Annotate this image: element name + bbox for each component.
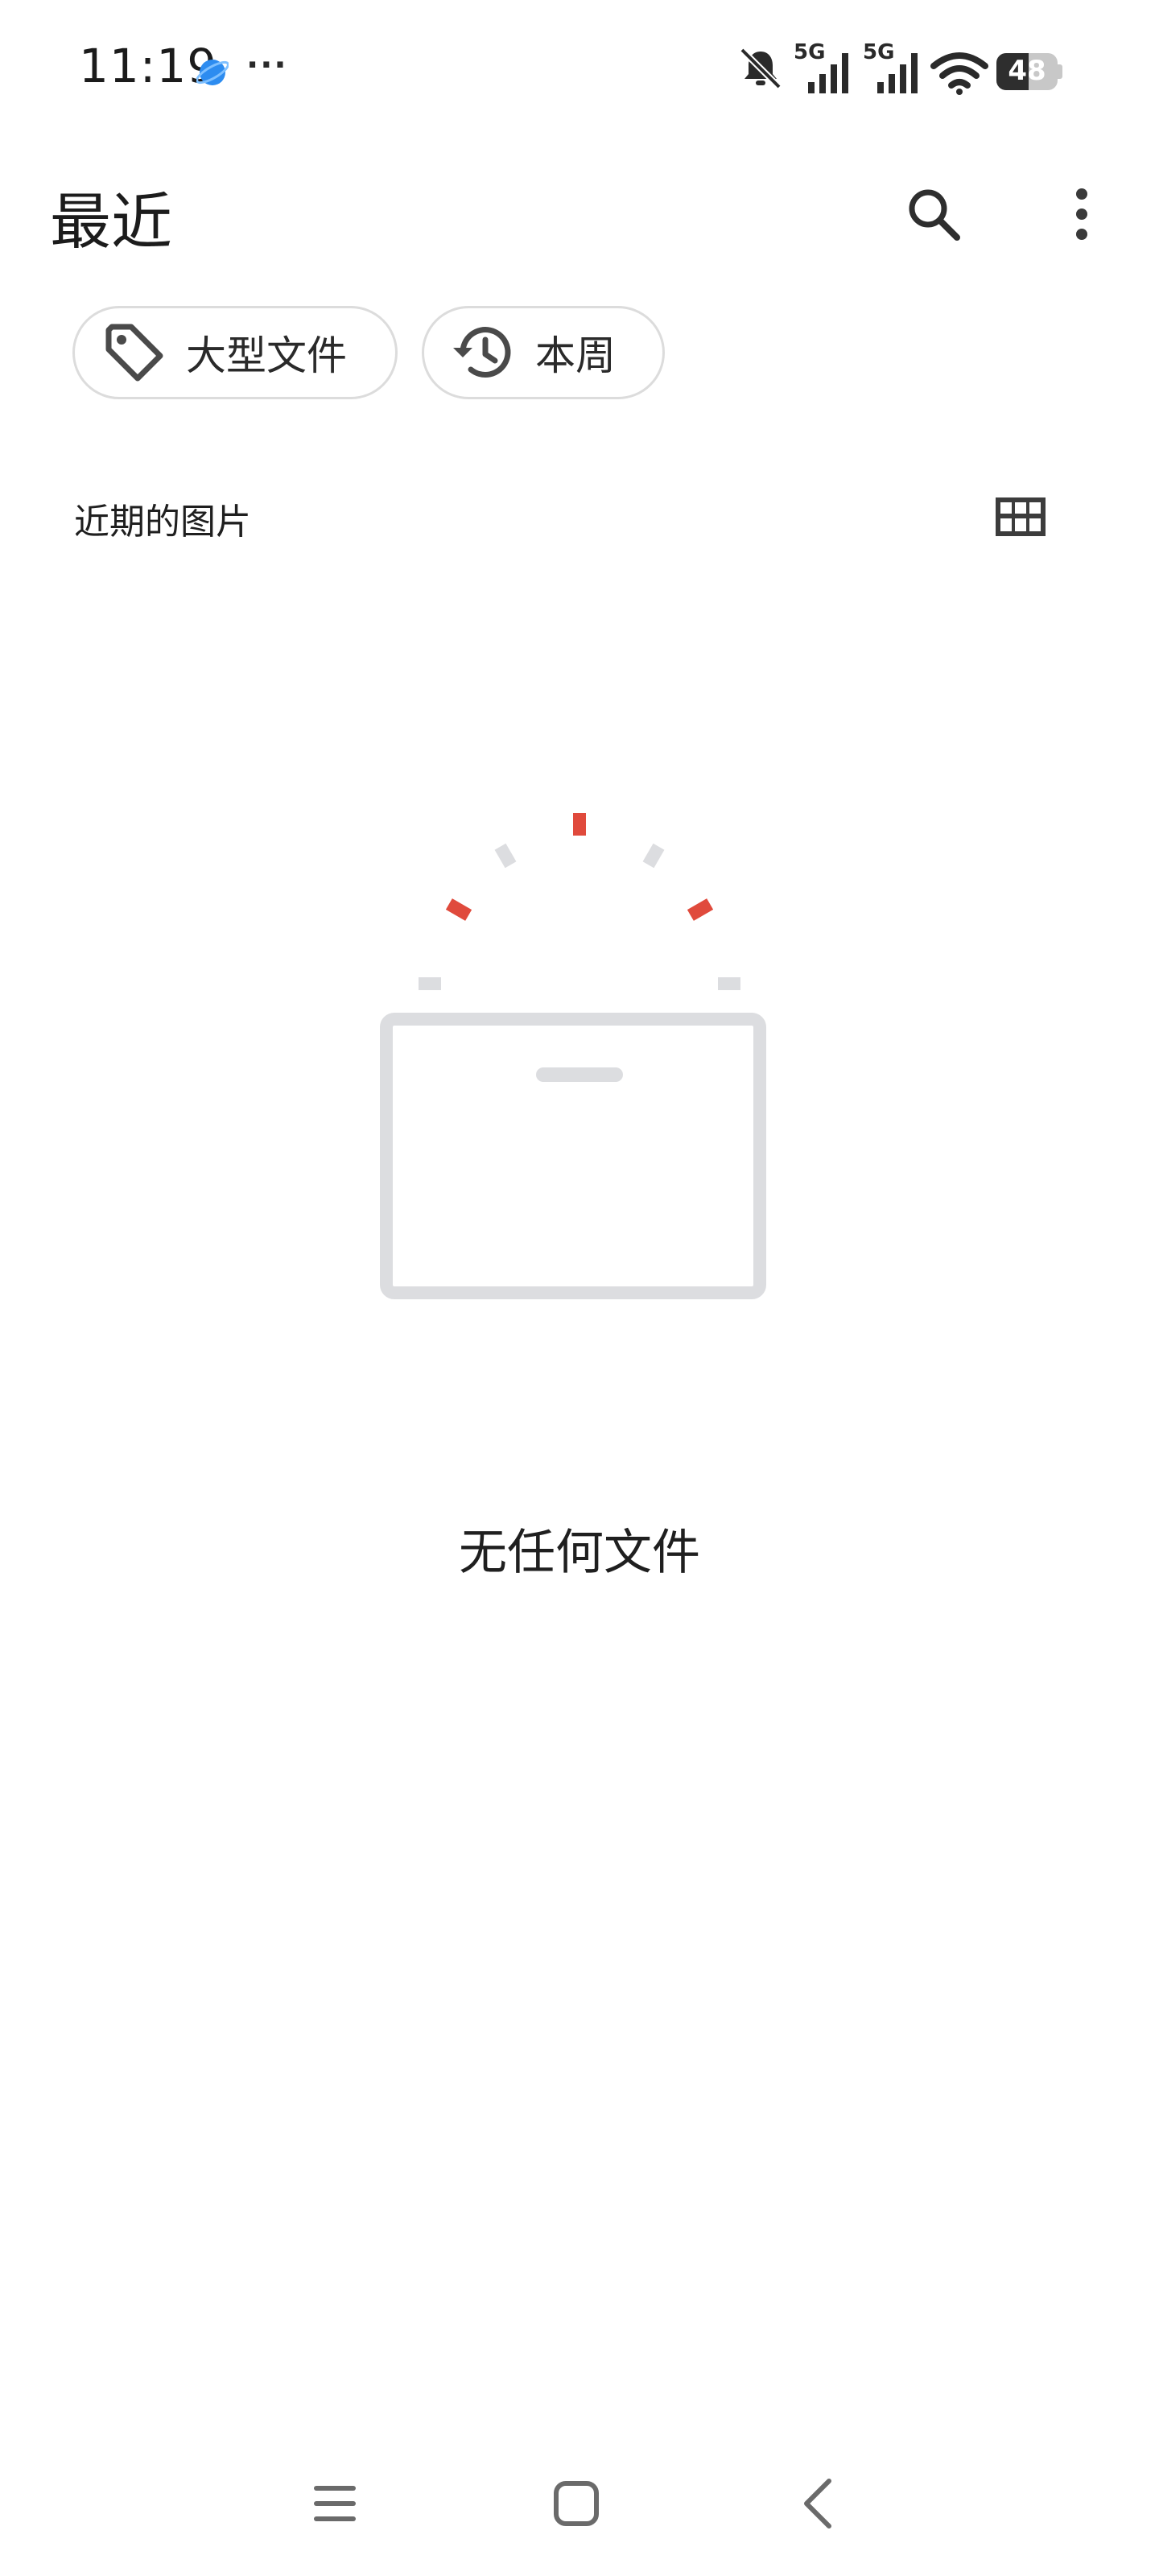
grid-view-icon <box>996 497 1046 536</box>
signal-strength-icon <box>808 53 848 93</box>
battery-level: 48 <box>1008 55 1046 87</box>
signal-strength-icon <box>877 53 918 93</box>
home-square-icon <box>554 2481 599 2526</box>
chip-label: 大型文件 <box>186 332 347 379</box>
home-button[interactable] <box>528 2455 625 2552</box>
large-files-chip[interactable]: 大型文件 <box>72 306 398 399</box>
browser-notification-icon <box>196 60 229 85</box>
empty-state-message: 无任何文件 <box>459 1525 700 1581</box>
this-week-chip[interactable]: 本周 <box>422 306 665 399</box>
status-bar: 11:19 ··· 5G 5G 48 <box>0 0 1159 137</box>
wifi-icon <box>930 52 988 95</box>
menu-icon <box>314 2486 356 2521</box>
search-icon <box>909 189 960 241</box>
chip-label: 本周 <box>535 332 616 379</box>
search-button[interactable] <box>893 174 974 254</box>
system-navigation-bar <box>0 2455 1159 2552</box>
back-button[interactable] <box>769 2455 866 2552</box>
more-notifications-icon: ··· <box>246 47 288 84</box>
empty-folder-illustration <box>380 813 766 1299</box>
recent-apps-button[interactable] <box>287 2455 383 2552</box>
grid-view-button[interactable] <box>982 483 1059 551</box>
history-icon <box>447 316 521 390</box>
status-indicators: 5G 5G 48 <box>737 40 1075 105</box>
app-bar: 最近 <box>0 145 1159 274</box>
battery-icon: 48 <box>996 53 1062 90</box>
page-title: 最近 <box>50 186 172 258</box>
back-chevron-icon <box>804 2479 831 2529</box>
mute-bell-icon <box>740 47 782 89</box>
section-title: 近期的图片 <box>74 502 251 543</box>
more-options-button[interactable] <box>1041 174 1122 254</box>
more-vert-icon <box>1076 188 1087 240</box>
tag-icon <box>97 316 171 390</box>
recent-files-screen: 11:19 ··· 5G 5G 48 最近 大型文件 本周 近期的图片 无任何文… <box>0 0 1159 2576</box>
